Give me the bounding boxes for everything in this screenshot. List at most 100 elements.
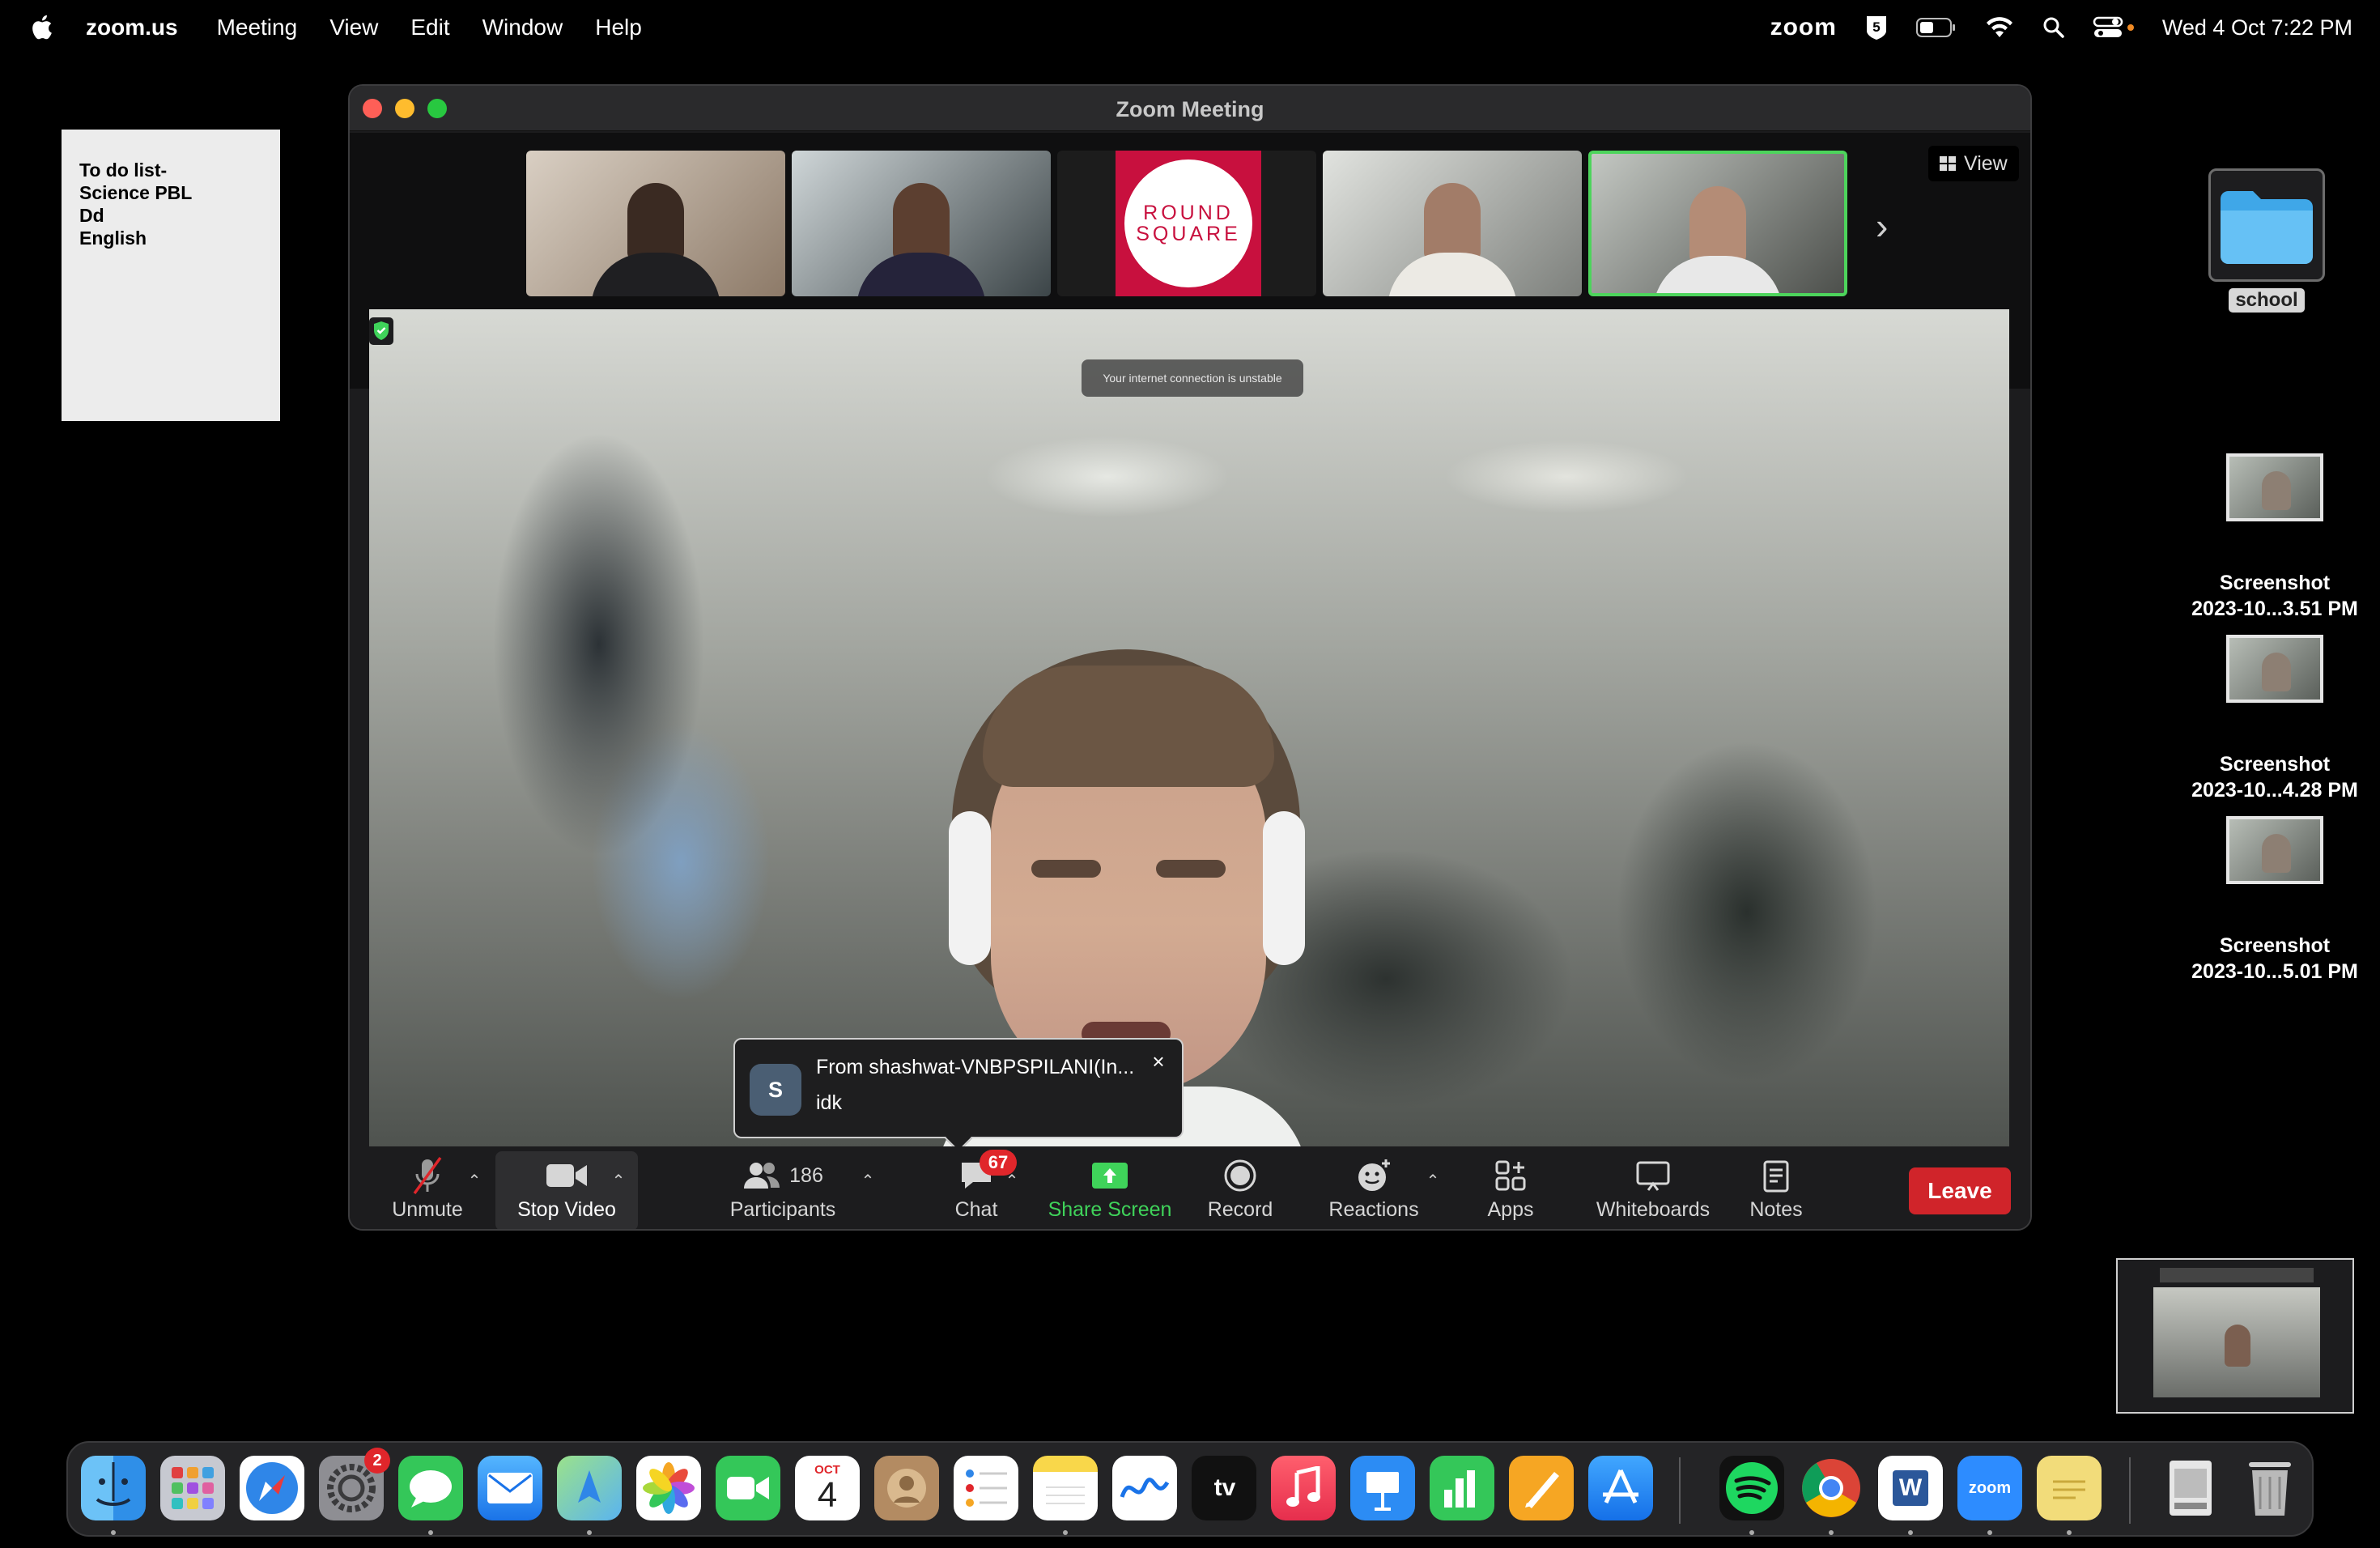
mail-icon[interactable] bbox=[478, 1456, 542, 1520]
menu-edit[interactable]: Edit bbox=[410, 15, 449, 40]
record-button[interactable]: Record bbox=[1192, 1156, 1289, 1226]
participant-tile[interactable] bbox=[792, 151, 1051, 296]
pages-icon[interactable] bbox=[1509, 1456, 1574, 1520]
chevron-up-icon[interactable]: ⌃ bbox=[860, 1171, 876, 1190]
system-settings-icon[interactable]: 2 bbox=[319, 1448, 390, 1520]
window-titlebar[interactable]: Zoom Meeting bbox=[350, 86, 2030, 131]
unmute-button[interactable]: Unmute bbox=[379, 1156, 476, 1226]
stop-video-label: Stop Video bbox=[517, 1198, 616, 1221]
reactions-button[interactable]: Reactions bbox=[1321, 1156, 1426, 1226]
apps-icon bbox=[1486, 1156, 1535, 1195]
contacts-icon[interactable] bbox=[874, 1456, 939, 1520]
participants-button[interactable]: 186 Participants bbox=[722, 1156, 844, 1226]
battery-icon[interactable] bbox=[1915, 17, 1957, 38]
whiteboard-icon bbox=[1629, 1156, 1677, 1195]
chrome-icon[interactable] bbox=[1799, 1456, 1864, 1520]
word-letter: W bbox=[1893, 1470, 1928, 1506]
settings-update-badge: 2 bbox=[364, 1448, 390, 1474]
preview-icon[interactable] bbox=[2158, 1456, 2223, 1520]
freeform-icon[interactable] bbox=[1112, 1456, 1177, 1520]
leave-button[interactable]: Leave bbox=[1909, 1167, 2011, 1214]
spotlight-icon[interactable] bbox=[2042, 16, 2065, 39]
music-icon[interactable] bbox=[1271, 1456, 1336, 1520]
zoom-status-icon[interactable]: zoom bbox=[1770, 14, 1837, 41]
menu-meeting[interactable]: Meeting bbox=[217, 15, 298, 40]
floating-screenshot-thumbnail[interactable] bbox=[2116, 1258, 2354, 1414]
encryption-shield-icon[interactable] bbox=[369, 317, 393, 345]
chat-label: Chat bbox=[954, 1198, 998, 1221]
reactions-label: Reactions bbox=[1328, 1198, 1419, 1221]
headphones bbox=[1263, 811, 1305, 965]
apple-tv-icon[interactable]: tv bbox=[1192, 1456, 1256, 1520]
meeting-toolbar: Unmute ⌃ Stop Video ⌃ 186 Participants ⌃… bbox=[350, 1146, 2030, 1229]
screenshot-thumbnail-icon bbox=[2226, 453, 2323, 521]
desktop-screenshot-file[interactable]: Screenshot 2023-10...3.51 PM bbox=[2178, 453, 2372, 622]
wifi-icon[interactable] bbox=[1984, 15, 2015, 40]
chevron-up-icon[interactable]: ⌃ bbox=[1425, 1171, 1441, 1190]
participants-count: 186 bbox=[789, 1163, 823, 1187]
close-icon[interactable]: × bbox=[1146, 1049, 1171, 1074]
control-center-icon[interactable] bbox=[2093, 16, 2135, 39]
participant-tile-round-square[interactable]: ROUND SQUARE bbox=[1057, 151, 1316, 296]
chat-notification[interactable]: S From shashwat-VNBPSPILANI(In... idk × bbox=[733, 1038, 1184, 1152]
zoom-app-label: zoom bbox=[1968, 1478, 2012, 1497]
chat-bubble-icon: 67 bbox=[952, 1150, 1017, 1195]
chevron-up-icon[interactable]: ⌃ bbox=[610, 1171, 627, 1190]
keynote-icon[interactable] bbox=[1350, 1456, 1415, 1520]
view-button[interactable]: View bbox=[1928, 146, 2019, 181]
participant-tile[interactable] bbox=[526, 151, 785, 296]
chevron-up-icon[interactable]: ⌃ bbox=[466, 1171, 482, 1190]
notes-icon bbox=[1752, 1156, 1800, 1195]
share-screen-button[interactable]: Share Screen bbox=[1041, 1156, 1179, 1226]
microsoft-word-icon[interactable]: W bbox=[1878, 1456, 1943, 1520]
desktop-folder-school[interactable]: school bbox=[2208, 168, 2325, 313]
messages-icon[interactable] bbox=[398, 1456, 463, 1520]
finder-icon[interactable] bbox=[81, 1456, 146, 1520]
facetime-icon[interactable] bbox=[716, 1456, 780, 1520]
menu-view[interactable]: View bbox=[329, 15, 378, 40]
sticky-line: Dd bbox=[79, 205, 104, 226]
trash-icon[interactable] bbox=[2238, 1456, 2302, 1520]
chat-button[interactable]: 67 Chat bbox=[928, 1150, 1025, 1226]
screen-time-icon[interactable]: 5 bbox=[1864, 14, 1889, 41]
spotify-icon[interactable] bbox=[1719, 1456, 1784, 1520]
file-name-line2: 2023-10...5.01 PM bbox=[2191, 960, 2358, 983]
photos-icon[interactable] bbox=[636, 1456, 701, 1520]
app-menu-zoom[interactable]: zoom.us bbox=[86, 15, 178, 40]
notes-app-icon[interactable] bbox=[1033, 1456, 1098, 1520]
stickies-icon[interactable] bbox=[2037, 1456, 2102, 1520]
whiteboards-button[interactable]: Whiteboards bbox=[1588, 1156, 1718, 1226]
numbers-icon[interactable] bbox=[1430, 1456, 1494, 1520]
chevron-up-icon[interactable]: ⌃ bbox=[1004, 1171, 1020, 1190]
sticky-line: Science PBL bbox=[79, 182, 193, 203]
participant-tile[interactable] bbox=[1323, 151, 1582, 296]
dock: 2 OCT 4 tv W zoom bbox=[66, 1441, 2314, 1537]
desktop-screenshot-file[interactable]: Screenshot 2023-10...4.28 PM bbox=[2178, 635, 2372, 803]
svg-text:5: 5 bbox=[1872, 19, 1880, 35]
main-speaker-video[interactable]: Your internet connection is unstable bbox=[369, 309, 2009, 1146]
sticky-note[interactable]: To do list- Science PBL Dd English bbox=[62, 130, 280, 421]
round-square-logo: ROUND SQUARE bbox=[1116, 151, 1261, 296]
logo-text: ROUND bbox=[1143, 202, 1234, 224]
maps-icon[interactable] bbox=[557, 1456, 622, 1520]
sticky-line: To do list- bbox=[79, 159, 168, 181]
apple-icon[interactable] bbox=[29, 12, 57, 43]
participant-tile-active-speaker[interactable] bbox=[1588, 151, 1847, 296]
calendar-icon[interactable]: OCT 4 bbox=[795, 1456, 860, 1520]
safari-icon[interactable] bbox=[240, 1456, 304, 1520]
menubar-clock[interactable]: Wed 4 Oct 7:22 PM bbox=[2162, 15, 2352, 40]
launchpad-icon[interactable] bbox=[160, 1456, 225, 1520]
reminders-icon[interactable] bbox=[954, 1456, 1018, 1520]
participants-icon: 186 bbox=[738, 1156, 827, 1195]
participants-label: Participants bbox=[729, 1198, 836, 1221]
menu-help[interactable]: Help bbox=[595, 15, 642, 40]
zoom-app-icon[interactable]: zoom bbox=[1957, 1456, 2022, 1520]
app-store-icon[interactable] bbox=[1588, 1456, 1653, 1520]
stop-video-button[interactable]: Stop Video bbox=[508, 1156, 625, 1226]
apps-button[interactable]: Apps bbox=[1470, 1156, 1551, 1226]
chevron-right-icon[interactable]: › bbox=[1876, 204, 1908, 247]
desktop-screenshot-file[interactable]: Screenshot 2023-10...5.01 PM bbox=[2178, 816, 2372, 985]
notes-button[interactable]: Notes bbox=[1736, 1156, 1817, 1226]
participant-video bbox=[1689, 186, 1746, 264]
menu-window[interactable]: Window bbox=[482, 15, 563, 40]
